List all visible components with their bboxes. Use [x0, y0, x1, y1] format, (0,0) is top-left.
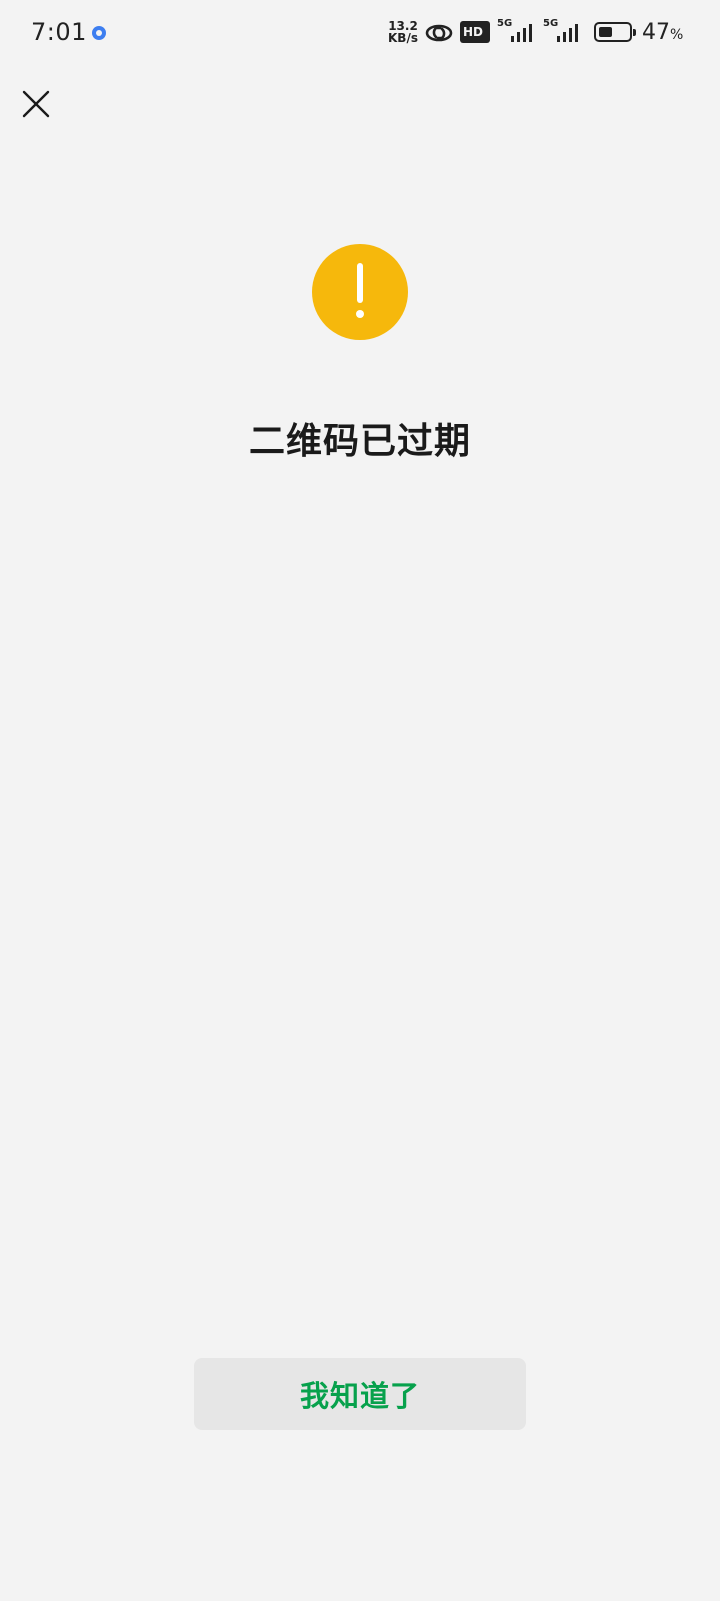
- battery-percent-sign: %: [670, 27, 684, 43]
- close-icon: [22, 90, 50, 118]
- battery-percent: 47%: [642, 20, 683, 45]
- status-time: 7:01: [31, 18, 87, 46]
- network-speed-unit: KB/s: [388, 31, 418, 45]
- status-bar: 7:01 13.2 KB/s HD 5G 5G 47%: [0, 0, 720, 66]
- hd-voice-icon: HD: [460, 21, 490, 43]
- battery-level-fill: [599, 27, 613, 37]
- battery-percent-value: 47: [642, 20, 670, 45]
- hotspot-link-icon: [424, 22, 454, 48]
- page-title: 二维码已过期: [248, 421, 471, 462]
- exclamation-bar: [357, 263, 363, 303]
- close-button[interactable]: [18, 86, 54, 122]
- notification-app-icon: [92, 26, 106, 40]
- battery-icon: [594, 22, 636, 42]
- exclamation-dot: [356, 310, 364, 318]
- confirm-button[interactable]: 我知道了: [194, 1358, 526, 1430]
- network-speed: 13.2 KB/s: [386, 20, 420, 44]
- warning-exclamation-icon: [312, 244, 408, 340]
- battery-tip: [633, 29, 636, 36]
